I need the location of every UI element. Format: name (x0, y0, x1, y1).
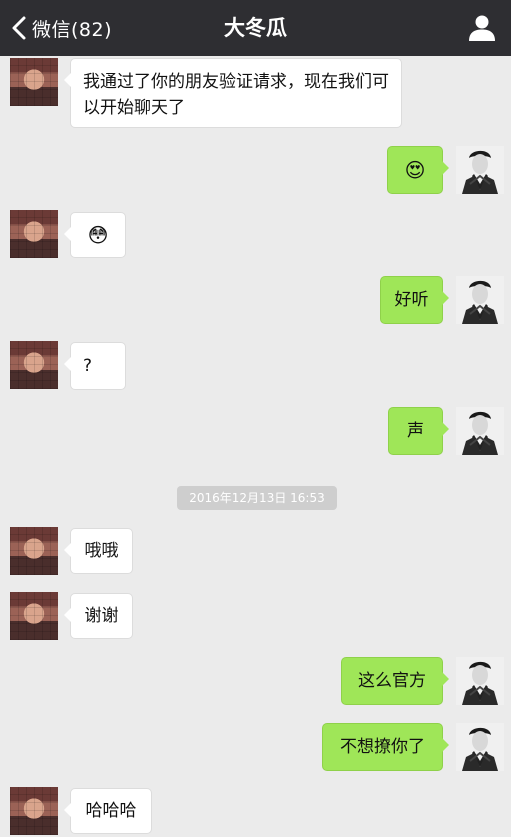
message-text: 谢谢 (84, 606, 119, 626)
user-avatar[interactable] (456, 146, 504, 194)
user-avatar-image (456, 276, 504, 324)
nav-bar: 微信(82) 大冬瓜 (0, 0, 511, 56)
user-avatar[interactable] (456, 407, 504, 455)
message-text: 哦哦 (84, 541, 119, 561)
message-text: 😳 (87, 223, 109, 247)
message-bubble-incoming[interactable]: 哦哦 (64, 528, 133, 574)
contact-avatar[interactable] (10, 787, 58, 835)
message-text: 声 (407, 421, 424, 441)
message-bubble-outgoing[interactable]: 这么官方 (341, 657, 449, 705)
message-bubble-incoming[interactable]: 我通过了你的朋友验证请求，现在我们可以开始聊天了 (64, 58, 402, 128)
message-bubble-incoming[interactable]: ? (64, 342, 126, 390)
message-text: 我通过了你的朋友验证请求，现在我们可以开始聊天了 (83, 72, 389, 118)
back-label: 微信(82) (32, 18, 113, 41)
message-bubble-incoming[interactable]: 哈哈哈 (64, 788, 152, 834)
message-text: 好听 (394, 290, 429, 310)
chevron-left-icon (12, 16, 26, 40)
person-icon[interactable] (467, 14, 497, 42)
user-avatar-image (456, 146, 504, 194)
timestamp-divider: 2016年12月13日 16:53 (177, 486, 337, 510)
user-avatar[interactable] (456, 723, 504, 771)
message-text: 这么官方 (358, 671, 426, 691)
user-avatar[interactable] (456, 657, 504, 705)
message-bubble-outgoing[interactable]: 不想撩你了 (322, 723, 449, 771)
message-bubble-incoming[interactable]: 😳 (64, 212, 126, 258)
contact-avatar[interactable] (10, 210, 58, 258)
user-avatar-image (456, 407, 504, 455)
user-avatar-image (456, 723, 504, 771)
user-avatar-image (456, 657, 504, 705)
contact-avatar[interactable] (10, 527, 58, 575)
message-bubble-outgoing[interactable]: 😍 (387, 146, 449, 194)
message-text: 不想撩你了 (340, 737, 425, 757)
contact-avatar[interactable] (10, 341, 58, 389)
message-bubble-outgoing[interactable]: 好听 (380, 276, 449, 324)
user-avatar[interactable] (456, 276, 504, 324)
message-text: 😍 (404, 158, 426, 182)
back-button[interactable]: 微信(82) (10, 0, 112, 56)
contact-avatar[interactable] (10, 592, 58, 640)
message-bubble-outgoing[interactable]: 声 (388, 407, 449, 455)
contact-avatar[interactable] (10, 58, 58, 106)
message-text: 哈哈哈 (85, 801, 137, 821)
message-bubble-incoming[interactable]: 谢谢 (64, 593, 133, 639)
message-text: ? (83, 356, 93, 376)
